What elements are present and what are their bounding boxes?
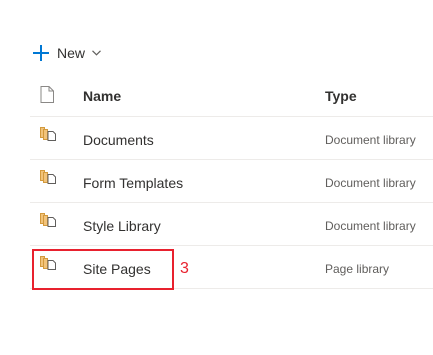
chevron-down-icon [91, 48, 101, 58]
list-item[interactable]: Form Templates Document library [30, 160, 433, 203]
annotation-highlight-box [32, 249, 174, 290]
library-type: Document library [325, 219, 416, 233]
list-item[interactable]: Documents Document library [30, 117, 433, 160]
library-type: Document library [325, 133, 416, 147]
document-library-icon [40, 199, 60, 241]
document-library-icon [40, 113, 60, 155]
column-header-type[interactable]: Type [325, 76, 357, 116]
library-type: Document library [325, 176, 416, 190]
plus-icon [33, 45, 49, 61]
library-name[interactable]: Documents [83, 117, 154, 159]
list-item[interactable]: Style Library Document library [30, 203, 433, 246]
file-type-column-icon[interactable] [40, 74, 60, 114]
document-library-icon [40, 156, 60, 198]
column-header-name[interactable]: Name [83, 76, 121, 116]
library-name[interactable]: Form Templates [83, 160, 183, 202]
library-name[interactable]: Style Library [83, 203, 161, 245]
list-header: Name Type [30, 76, 433, 117]
annotation-number: 3 [180, 260, 189, 277]
new-button-label: New [57, 45, 86, 61]
new-button[interactable]: New [33, 42, 101, 64]
library-type: Page library [325, 262, 390, 276]
